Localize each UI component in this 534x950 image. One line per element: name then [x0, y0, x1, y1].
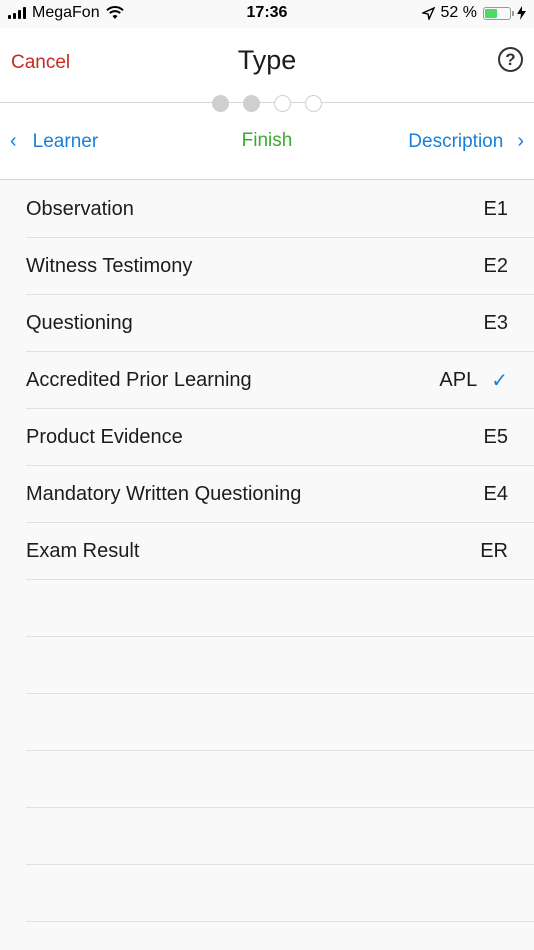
type-label: Product Evidence: [26, 425, 183, 448]
type-code: E3: [483, 311, 508, 334]
type-code-container: E1: [484, 198, 508, 221]
navigation-bar: Cancel Type ?: [0, 28, 534, 102]
type-code-container: E5: [484, 426, 508, 449]
step-dot: [305, 95, 322, 112]
type-code-container: E3: [484, 312, 508, 335]
type-row[interactable]: Accredited Prior Learning APL ✓: [26, 352, 534, 409]
step-navigation: ‹ Learner Finish Description ›: [0, 95, 534, 180]
charging-bolt-icon: [517, 6, 526, 20]
empty-row: [26, 751, 534, 808]
help-icon[interactable]: ?: [498, 47, 523, 72]
next-step-label: Description: [408, 130, 504, 152]
type-code: ER: [480, 539, 508, 562]
type-label: Questioning: [26, 311, 133, 334]
page-title: Type: [237, 45, 297, 75]
type-label: Observation: [26, 197, 134, 220]
type-row[interactable]: Witness Testimony E2: [26, 238, 534, 295]
type-code-container: ER: [480, 540, 508, 563]
battery-fill: [485, 8, 497, 18]
finish-button[interactable]: Finish: [242, 130, 293, 151]
type-code: E5: [483, 425, 508, 448]
empty-row: [26, 865, 534, 922]
type-row[interactable]: Questioning E3: [26, 295, 534, 352]
step-progress-dots: [0, 95, 534, 112]
type-code: E4: [483, 482, 508, 505]
type-code: APL: [439, 368, 478, 391]
type-label: Mandatory Written Questioning: [26, 482, 302, 505]
type-label: Witness Testimony: [26, 254, 193, 277]
type-list: Observation E1 Witness Testimony E2 Question…: [0, 181, 534, 922]
type-code: E1: [483, 197, 508, 220]
status-right: 52 %: [421, 4, 526, 22]
empty-row: [26, 580, 534, 637]
location-arrow-icon: [421, 6, 435, 20]
type-row[interactable]: Observation E1: [26, 181, 534, 238]
type-row[interactable]: Exam Result ER: [26, 523, 534, 580]
checkmark-icon: ✓: [491, 369, 508, 392]
battery-percent: 52 %: [440, 4, 477, 21]
type-code-container: APL ✓: [439, 368, 508, 393]
type-label: Exam Result: [26, 539, 140, 562]
type-code: E2: [483, 254, 508, 277]
empty-row: [26, 637, 534, 694]
step-dot: [243, 95, 260, 112]
type-row[interactable]: Mandatory Written Questioning E4: [26, 466, 534, 523]
status-bar: MegaFon 17:36 52 %: [0, 0, 534, 28]
step-bottom-divider: [0, 179, 534, 180]
empty-row: [26, 694, 534, 751]
step-dot: [274, 95, 291, 112]
type-label: Accredited Prior Learning: [26, 368, 252, 391]
type-code-container: E2: [484, 255, 508, 278]
empty-row: [26, 808, 534, 865]
type-row[interactable]: Product Evidence E5: [26, 409, 534, 466]
battery-icon: [483, 6, 514, 20]
type-code-container: E4: [484, 483, 508, 506]
step-dot: [212, 95, 229, 112]
chevron-right-icon: ›: [517, 130, 524, 152]
next-step-button[interactable]: Description ›: [408, 130, 524, 153]
